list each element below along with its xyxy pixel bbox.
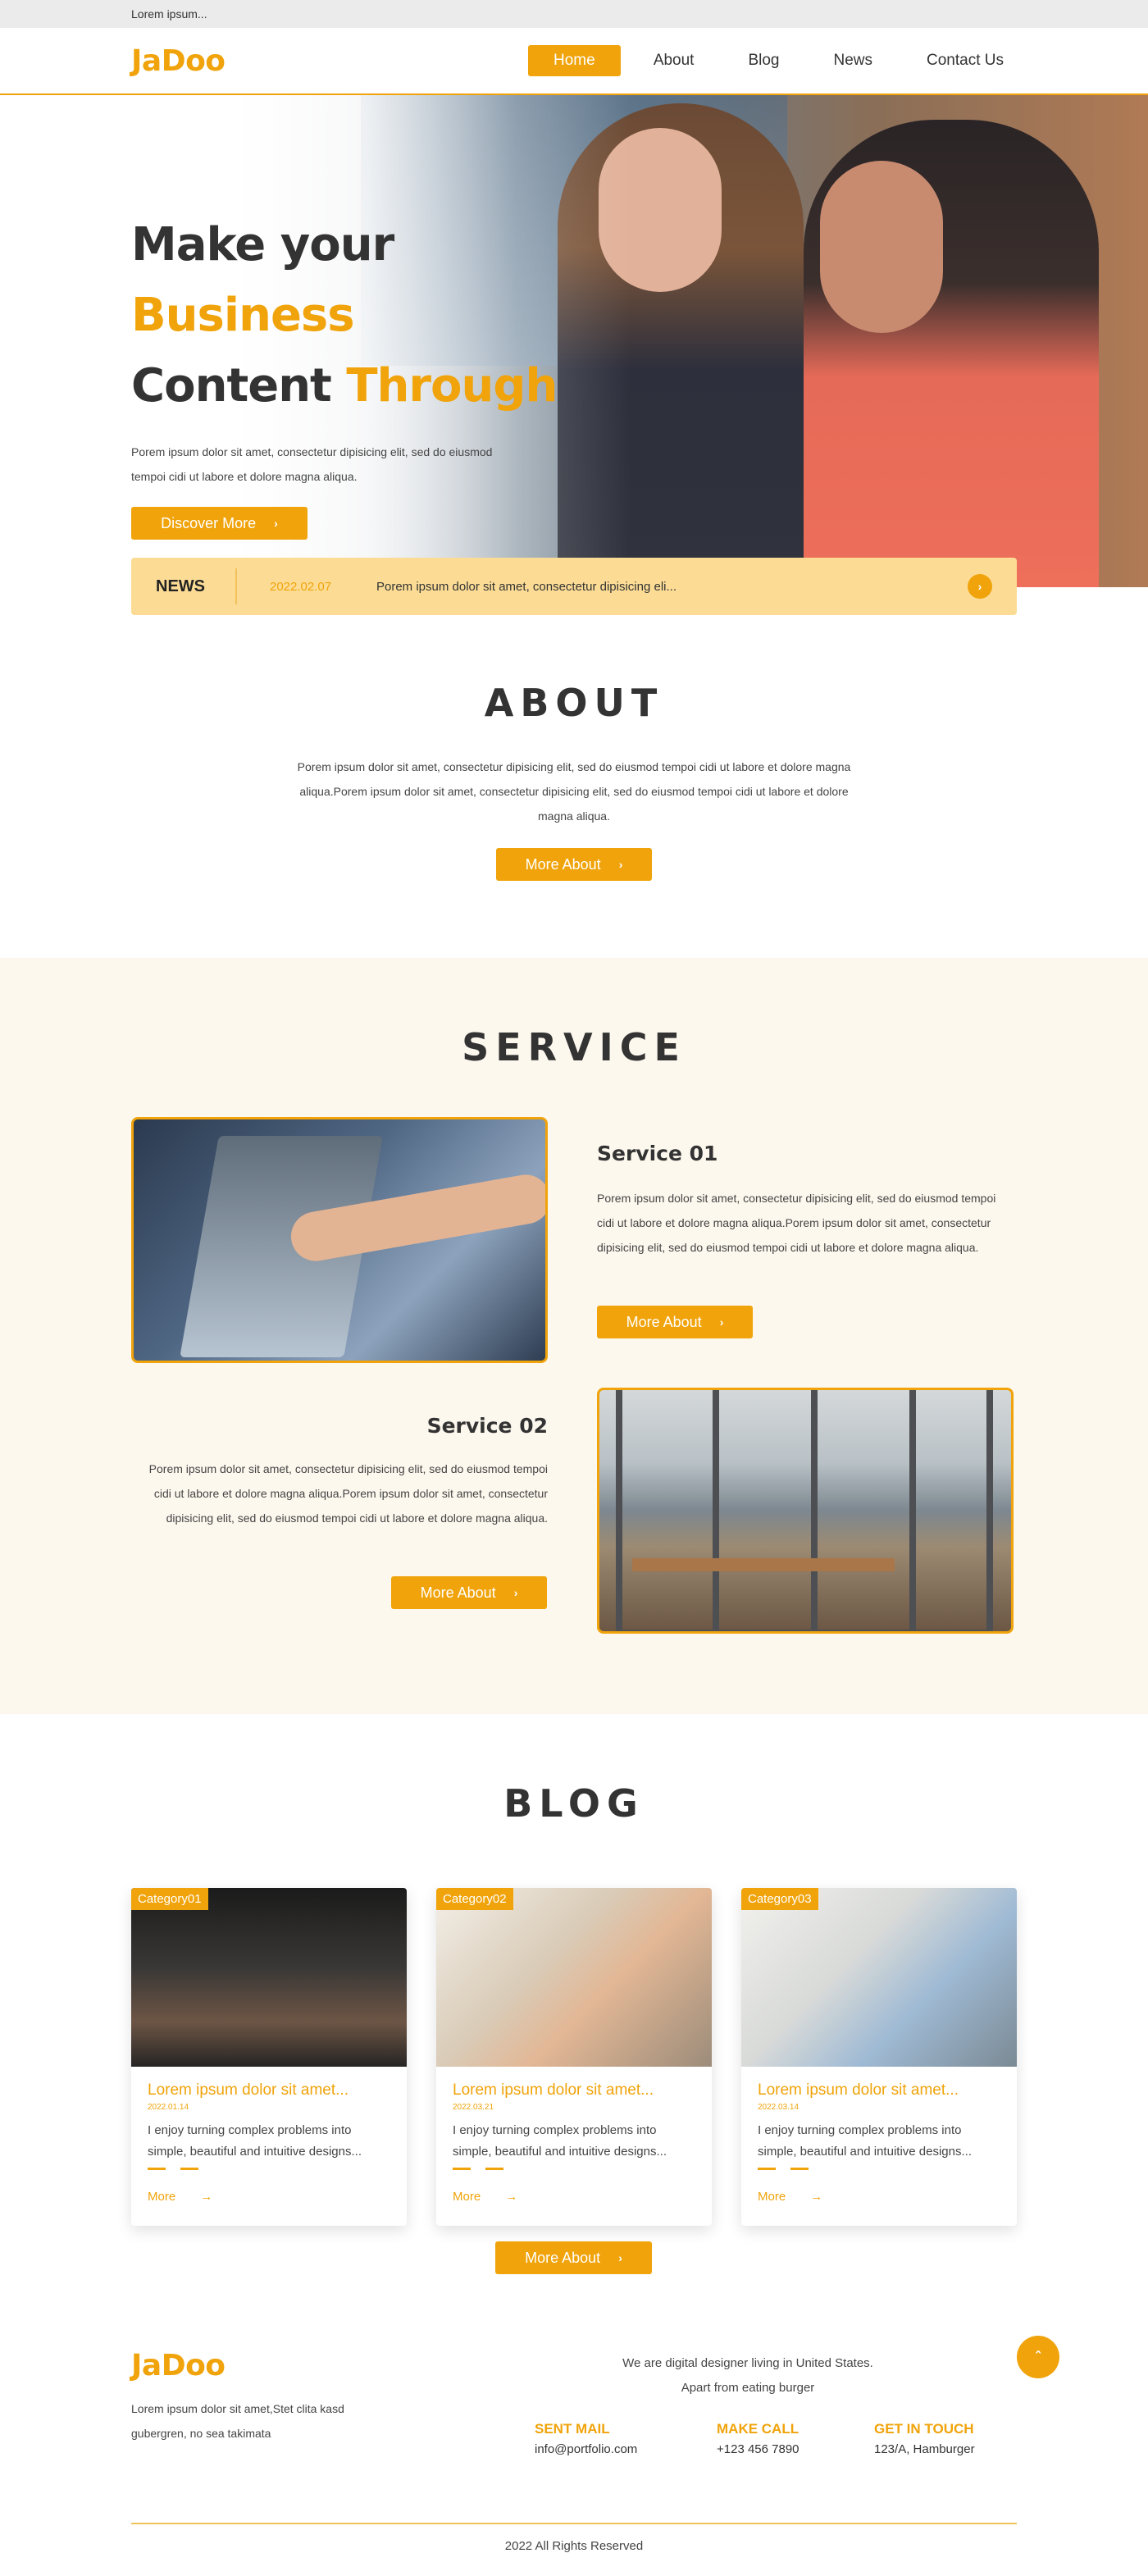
hero-description: Porem ipsum dolor sit amet, consectetur … [131,445,493,483]
top-bar-text: Lorem ipsum... [131,7,207,21]
section-title-about: ABOUT [484,681,665,725]
blog-card-title[interactable]: Lorem ipsum dolor sit amet... [453,2081,695,2100]
blog-card-title[interactable]: Lorem ipsum dolor sit amet... [148,2081,390,2100]
chevron-right-icon: › [618,858,623,871]
address-text: 123/A, Hamburger [874,2442,975,2456]
blog-card[interactable]: Category01 Lorem ipsum dolor sit amet...… [131,1888,407,2226]
footer-logo[interactable]: JaDoo [131,2349,226,2382]
arrow-right-icon: → [200,2190,213,2204]
service-02-title: Service 02 [426,1414,548,1438]
blog-card[interactable]: Category03 Lorem ipsum dolor sit amet...… [741,1888,1017,2226]
service-02-more-button[interactable]: More About › [391,1576,547,1609]
footer-tagline: We are digital designer living in United… [622,2356,873,2395]
category-badge[interactable]: Category03 [741,1888,818,1910]
main-nav: Home About Blog News Contact Us [527,45,1025,76]
chevron-right-icon[interactable]: › [968,574,992,599]
chevron-right-icon: › [513,1586,518,1599]
arrow-right-icon: → [810,2190,823,2204]
footer-about-text: Lorem ipsum dolor sit amet,Stet clita ka… [131,2402,344,2440]
divider [758,2168,1000,2170]
footer-contact-address: GET IN TOUCH 123/A, Hamburger [874,2421,975,2456]
nav-about[interactable]: About [632,45,716,76]
site-header: JaDoo Home About Blog News Contact Us [0,28,1148,95]
news-headline[interactable]: Porem ipsum dolor sit amet, consectetur … [376,580,968,594]
discover-more-button[interactable]: Discover More › [131,507,308,540]
footer-contact-mail: SENT MAIL info@portfolio.com [535,2421,638,2456]
service-01-title: Service 01 [597,1142,718,1165]
blog-card-date: 2022.03.21 [453,2103,494,2112]
service-02-image [597,1388,1014,1634]
hero-title: Make your Business Content Through [131,218,558,413]
blog-card-date: 2022.01.14 [148,2103,189,2112]
blog-card-excerpt: I enjoy turning complex problems into si… [453,2123,667,2159]
blog-more-about-button[interactable]: More About › [495,2241,652,2274]
blog-card-more-link[interactable]: More → [758,2190,1000,2204]
more-about-button[interactable]: More About › [496,848,652,881]
copyright-text: 2022 All Rights Reserved [504,2539,644,2553]
blog-card-title[interactable]: Lorem ipsum dolor sit amet... [758,2081,1000,2100]
blog-card-date: 2022.03.14 [758,2103,800,2112]
blog-card-more-link[interactable]: More → [453,2190,695,2204]
footer-divider [131,2523,1017,2524]
service-section: SERVICE Service 01 Porem ipsum dolor sit… [0,958,1148,1714]
phone-link[interactable]: +123 456 7890 [717,2442,800,2456]
scroll-to-top-button[interactable]: ˆ [1017,2336,1059,2378]
blog-card-more-link[interactable]: More → [148,2190,390,2204]
about-section: ABOUT Porem ipsum dolor sit amet, consec… [0,681,1148,881]
blog-card[interactable]: Category02 Lorem ipsum dolor sit amet...… [436,1888,712,2226]
nav-home[interactable]: Home [527,45,621,76]
blog-card-image: Category03 [741,1888,1017,2067]
service-01-text: Porem ipsum dolor sit amet, consectetur … [597,1192,996,1254]
chevron-right-icon: › [719,1315,724,1329]
arrow-right-icon: → [505,2190,518,2204]
nav-news[interactable]: News [813,45,895,76]
section-title-blog: BLOG [503,1781,646,1826]
hero-section: Make your Business Content Through Porem… [0,95,1148,587]
site-logo[interactable]: JaDoo [131,44,226,78]
category-badge[interactable]: Category01 [131,1888,208,1910]
chevron-right-icon: › [274,517,278,530]
blog-card-image: Category01 [131,1888,407,2067]
service-01-more-button[interactable]: More About › [597,1306,753,1338]
chevron-up-icon: ˆ [1036,2348,1041,2365]
footer-contact-call: MAKE CALL +123 456 7890 [717,2421,800,2456]
about-text: Porem ipsum dolor sit amet, consectetur … [297,760,851,823]
news-label: NEWS [131,568,237,604]
blog-card-excerpt: I enjoy turning complex problems into si… [148,2123,362,2159]
nav-contact-us[interactable]: Contact Us [905,45,1025,76]
service-02-text: Porem ipsum dolor sit amet, consectetur … [148,1462,548,1525]
email-link[interactable]: info@portfolio.com [535,2442,637,2456]
news-ticker: NEWS 2022.02.07 Porem ipsum dolor sit am… [131,558,1017,615]
blog-section: BLOG Category01 Lorem ipsum dolor sit am… [0,1781,1148,2274]
divider [453,2168,695,2170]
blog-card-image: Category02 [436,1888,712,2067]
category-badge[interactable]: Category02 [436,1888,513,1910]
section-title-service: SERVICE [462,1025,688,1069]
service-01-image [131,1117,548,1363]
blog-card-list: Category01 Lorem ipsum dolor sit amet...… [131,1888,1017,2232]
divider [148,2168,390,2170]
chevron-right-icon: › [618,2251,622,2264]
news-date: 2022.02.07 [270,579,332,594]
nav-blog[interactable]: Blog [727,45,800,76]
top-announcement-bar: Lorem ipsum... [0,0,1148,28]
blog-card-excerpt: I enjoy turning complex problems into si… [758,2123,972,2159]
